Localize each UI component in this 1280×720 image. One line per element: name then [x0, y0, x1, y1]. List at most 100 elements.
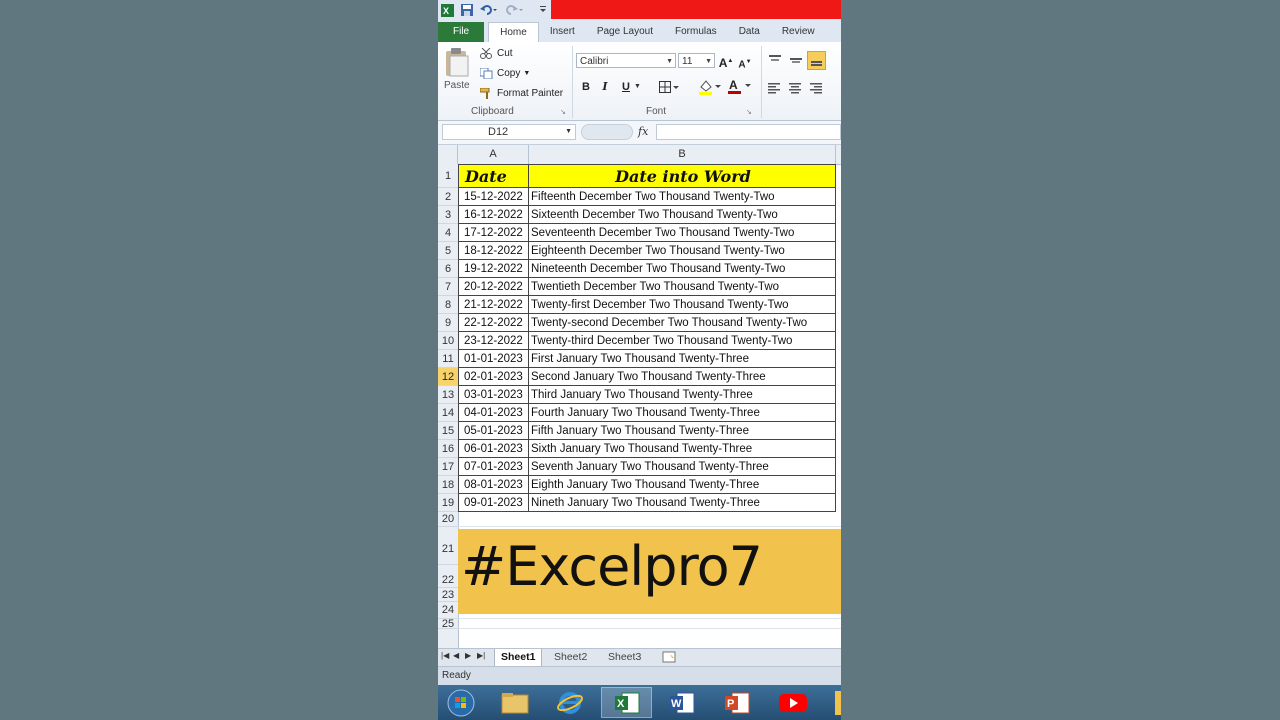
- column-header-a[interactable]: A: [458, 145, 529, 164]
- windows-start-icon[interactable]: [438, 687, 484, 718]
- date-word-cell[interactable]: Seventeenth December Two Thousand Twenty…: [529, 224, 836, 242]
- align-left-icon[interactable]: [768, 82, 782, 97]
- undo-icon[interactable]: [480, 2, 498, 18]
- row-header[interactable]: 3: [438, 206, 458, 224]
- row-header[interactable]: 19: [438, 494, 458, 512]
- font-color-icon[interactable]: A: [728, 78, 752, 98]
- shrink-font-icon[interactable]: A▼: [737, 54, 753, 70]
- date-cell[interactable]: 04-01-2023: [458, 404, 529, 422]
- underline-button[interactable]: U: [618, 79, 634, 95]
- date-cell[interactable]: 22-12-2022: [458, 314, 529, 332]
- row-header[interactable]: 11: [438, 350, 458, 368]
- sheet-tab-3[interactable]: Sheet3: [602, 649, 647, 666]
- row-header[interactable]: 20: [438, 512, 458, 527]
- date-cell[interactable]: 15-12-2022: [458, 188, 529, 206]
- row-header[interactable]: 25: [438, 619, 458, 630]
- row-header[interactable]: 12: [438, 368, 458, 386]
- date-word-cell[interactable]: Nineteenth December Two Thousand Twenty-…: [529, 260, 836, 278]
- row-header[interactable]: 5: [438, 242, 458, 260]
- date-cell[interactable]: 05-01-2023: [458, 422, 529, 440]
- file-explorer-icon[interactable]: [492, 687, 538, 718]
- formula-input[interactable]: [656, 124, 841, 140]
- row-header[interactable]: 6: [438, 260, 458, 278]
- header-cell-date[interactable]: Date: [458, 164, 529, 188]
- row-header[interactable]: 9: [438, 314, 458, 332]
- cut-button[interactable]: Cut: [480, 47, 513, 59]
- word-icon[interactable]: W: [659, 687, 705, 718]
- date-cell[interactable]: 08-01-2023: [458, 476, 529, 494]
- excel-icon[interactable]: X: [601, 687, 652, 718]
- date-cell[interactable]: 07-01-2023: [458, 458, 529, 476]
- copy-button[interactable]: Copy ▼: [479, 67, 530, 80]
- row-header[interactable]: 15: [438, 422, 458, 440]
- row-header[interactable]: 7: [438, 278, 458, 296]
- save-icon[interactable]: [460, 2, 474, 18]
- date-word-cell[interactable]: Fifth January Two Thousand Twenty-Three: [529, 422, 836, 440]
- date-word-cell[interactable]: First January Two Thousand Twenty-Three: [529, 350, 836, 368]
- date-word-cell[interactable]: Second January Two Thousand Twenty-Three: [529, 368, 836, 386]
- row-header[interactable]: 21: [438, 527, 458, 565]
- date-word-cell[interactable]: Twentieth December Two Thousand Twenty-T…: [529, 278, 836, 296]
- bottom-align-icon[interactable]: [807, 51, 826, 70]
- tab-home[interactable]: Home: [488, 22, 539, 42]
- borders-icon[interactable]: [659, 81, 679, 96]
- first-sheet-icon[interactable]: |◀: [441, 651, 449, 660]
- date-word-cell[interactable]: Sixteenth December Two Thousand Twenty-T…: [529, 206, 836, 224]
- row-header[interactable]: 18: [438, 476, 458, 494]
- fill-color-icon[interactable]: [699, 79, 721, 98]
- row-header[interactable]: 14: [438, 404, 458, 422]
- row-header[interactable]: 2: [438, 188, 458, 206]
- tab-formulas[interactable]: Formulas: [664, 22, 728, 42]
- date-word-cell[interactable]: Twenty-first December Two Thousand Twent…: [529, 296, 836, 314]
- align-center-icon[interactable]: [789, 82, 803, 97]
- italic-button[interactable]: I: [597, 79, 613, 95]
- date-word-cell[interactable]: Fifteenth December Two Thousand Twenty-T…: [529, 188, 836, 206]
- date-word-cell[interactable]: Eighteenth December Two Thousand Twenty-…: [529, 242, 836, 260]
- date-cell[interactable]: 17-12-2022: [458, 224, 529, 242]
- row-header[interactable]: 10: [438, 332, 458, 350]
- row-header[interactable]: 1: [438, 164, 458, 188]
- prev-sheet-icon[interactable]: ◀: [453, 651, 459, 660]
- font-name-combo[interactable]: Calibri ▼: [576, 53, 676, 68]
- clipboard-launcher-icon[interactable]: ↘: [560, 108, 566, 116]
- row-header[interactable]: 16: [438, 440, 458, 458]
- redo-icon[interactable]: [506, 2, 524, 18]
- format-painter-button[interactable]: Format Painter: [479, 87, 563, 99]
- header-cell-date-into-word[interactable]: Date into Word: [529, 164, 836, 188]
- align-right-icon[interactable]: [810, 82, 824, 97]
- last-sheet-icon[interactable]: ▶|: [477, 651, 485, 660]
- sheet-tab-2[interactable]: Sheet2: [548, 649, 593, 666]
- row-header[interactable]: 13: [438, 386, 458, 404]
- date-cell[interactable]: 23-12-2022: [458, 332, 529, 350]
- tab-data[interactable]: Data: [728, 22, 771, 42]
- row-header[interactable]: 24: [438, 602, 458, 619]
- row-header[interactable]: 8: [438, 296, 458, 314]
- top-align-icon[interactable]: [768, 54, 782, 69]
- date-word-cell[interactable]: Fourth January Two Thousand Twenty-Three: [529, 404, 836, 422]
- bold-button[interactable]: B: [578, 79, 594, 95]
- date-cell[interactable]: 21-12-2022: [458, 296, 529, 314]
- youtube-icon[interactable]: [770, 687, 816, 718]
- row-header[interactable]: 23: [438, 588, 458, 602]
- date-cell[interactable]: 06-01-2023: [458, 440, 529, 458]
- insert-sheet-icon[interactable]: [662, 651, 678, 666]
- customize-toolbar-icon[interactable]: [539, 2, 547, 18]
- date-word-cell[interactable]: Twenty-third December Two Thousand Twent…: [529, 332, 836, 350]
- underline-dropdown-icon[interactable]: ▼: [634, 83, 641, 90]
- date-word-cell[interactable]: Twenty-second December Two Thousand Twen…: [529, 314, 836, 332]
- date-cell[interactable]: 18-12-2022: [458, 242, 529, 260]
- select-all-corner[interactable]: [438, 145, 458, 164]
- middle-align-icon[interactable]: [789, 54, 803, 69]
- name-box[interactable]: D12 ▼: [442, 124, 576, 140]
- row-header[interactable]: 4: [438, 224, 458, 242]
- tab-file[interactable]: File: [438, 22, 485, 42]
- excel-logo-icon[interactable]: X: [440, 2, 454, 18]
- date-word-cell[interactable]: Nineth January Two Thousand Twenty-Three: [529, 494, 836, 512]
- date-cell[interactable]: 03-01-2023: [458, 386, 529, 404]
- date-word-cell[interactable]: Seventh January Two Thousand Twenty-Thre…: [529, 458, 836, 476]
- date-cell[interactable]: 09-01-2023: [458, 494, 529, 512]
- date-cell[interactable]: 02-01-2023: [458, 368, 529, 386]
- date-cell[interactable]: 20-12-2022: [458, 278, 529, 296]
- sheet-tab-1[interactable]: Sheet1: [494, 649, 543, 667]
- tab-review[interactable]: Review: [771, 22, 826, 42]
